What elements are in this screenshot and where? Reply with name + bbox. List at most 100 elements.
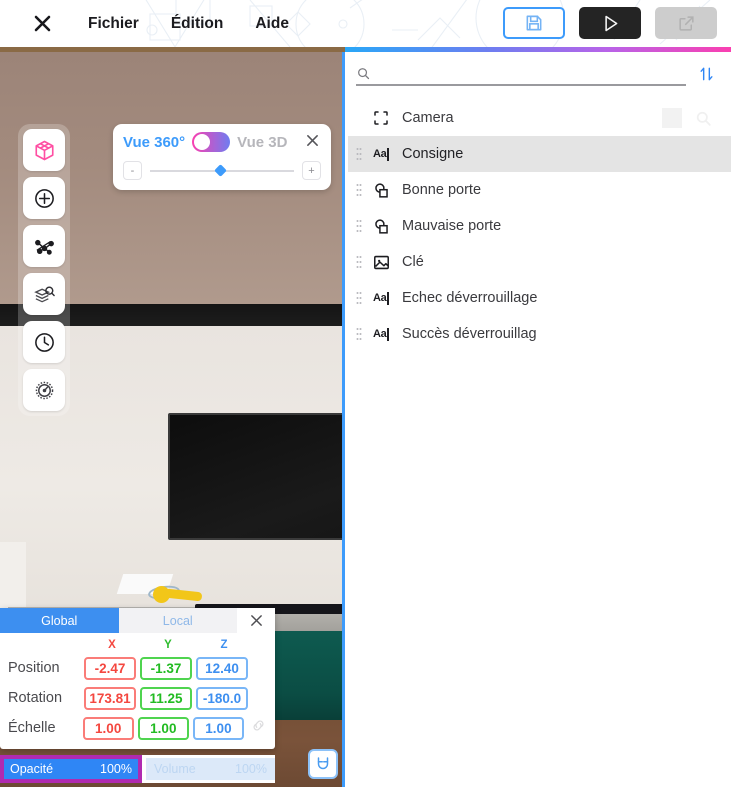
magnet-icon — [317, 757, 329, 770]
list-item-echec-deverrouillage[interactable]: Aa Echec déverrouillage — [348, 280, 731, 316]
drag-handle[interactable] — [352, 182, 366, 198]
opacity-label: Opacité — [10, 762, 54, 776]
text-aa-icon: Aa — [366, 327, 396, 341]
menu-item-edition[interactable]: Édition — [155, 11, 240, 37]
transform-tabs: Global Local — [0, 608, 275, 633]
sort-button[interactable] — [696, 63, 717, 90]
opacity-slider[interactable]: Opacité 100% — [4, 759, 138, 779]
list-item-bonne-porte[interactable]: Bonne porte — [348, 172, 731, 208]
list-item-label: Succès déverrouillag — [402, 326, 537, 342]
list-item-succes-deverrouillage[interactable]: Aa Succès déverrouillag — [348, 316, 731, 352]
text-aa-icon: Aa — [366, 147, 396, 161]
header-bar: Fichier Édition Aide — [0, 0, 731, 47]
drag-dots-icon — [356, 292, 362, 304]
scale-x-input[interactable]: 1.00 — [82, 716, 134, 740]
list-item-consigne[interactable]: Aa Consigne — [348, 136, 731, 172]
transform-row-position: Position -2.47 -1.37 12.40 — [8, 653, 267, 683]
row-label-scale: Échelle — [8, 720, 56, 736]
close-icon — [34, 15, 50, 32]
transform-panel-close-button[interactable] — [237, 608, 275, 633]
magnifier-icon[interactable] — [694, 109, 713, 128]
rotation-x-input[interactable]: 173.81 — [84, 686, 136, 710]
transform-row-scale: Échelle 1.00 1.00 1.00 — [8, 713, 267, 743]
viewport-selection-edge — [342, 52, 345, 787]
position-y-input[interactable]: -1.37 — [140, 656, 192, 680]
drag-handle[interactable] — [352, 290, 366, 306]
volume-value: 100% — [235, 762, 267, 776]
list-item-label: Clé — [402, 254, 424, 270]
media-slider-bar: Opacité 100% Volume 100% — [0, 755, 275, 783]
add-circle-icon — [34, 188, 54, 208]
clock-icon — [34, 332, 54, 352]
sort-arrows-icon — [700, 67, 713, 80]
rotation-z-input[interactable]: -180.0 — [196, 686, 248, 710]
opacity-value: 100% — [100, 762, 132, 776]
drag-dots-icon — [356, 328, 362, 340]
view-mode-card: Vue 360° Vue 3D - + — [113, 124, 331, 190]
drag-handle[interactable] — [352, 218, 366, 234]
drag-handle[interactable] — [352, 146, 366, 162]
magnet-snap-button[interactable] — [308, 749, 338, 779]
view-3d-label[interactable]: Vue 3D — [237, 134, 287, 151]
zoom-slider-row: - + — [123, 161, 321, 180]
transform-body: X Y Z Position -2.47 -1.37 12.40 Rotatio… — [0, 633, 275, 749]
tool-button-add[interactable] — [23, 177, 65, 219]
menu-item-aide[interactable]: Aide — [239, 11, 305, 37]
list-item-camera[interactable]: Camera — [348, 100, 731, 136]
search-input[interactable] — [377, 66, 686, 81]
menu-item-fichier[interactable]: Fichier — [72, 11, 155, 37]
volume-label: Volume — [154, 762, 196, 776]
node-graph-icon — [34, 239, 54, 255]
shapes-group-icon — [366, 217, 396, 236]
zoom-slider-handle[interactable] — [214, 163, 228, 177]
zoom-slider-track[interactable] — [150, 163, 294, 177]
list-item-label: Bonne porte — [402, 182, 482, 198]
view-card-close-button[interactable] — [304, 134, 321, 151]
drag-dots-icon — [356, 148, 362, 160]
external-link-icon — [678, 15, 694, 31]
axis-header-row: X Y Z — [8, 636, 267, 653]
list-item-cle[interactable]: Clé — [348, 244, 731, 280]
search-icon — [358, 68, 370, 80]
scale-z-input[interactable]: 1.00 — [192, 716, 244, 740]
play-triangle-icon — [604, 15, 617, 31]
save-button[interactable] — [503, 7, 565, 39]
scale-y-input[interactable]: 1.00 — [137, 716, 189, 740]
visibility-square-icon[interactable] — [662, 108, 682, 128]
tool-button-layers-search[interactable] — [23, 273, 65, 315]
export-button[interactable] — [655, 7, 717, 39]
drag-handle[interactable] — [352, 254, 366, 270]
rotation-y-input[interactable]: 11.25 — [140, 686, 192, 710]
list-item-mauvaise-porte[interactable]: Mauvaise porte — [348, 208, 731, 244]
volume-slider[interactable]: Volume 100% — [146, 758, 275, 780]
floppy-disk-icon — [526, 15, 542, 31]
drag-handle[interactable] — [352, 326, 366, 342]
tool-button-node-graph[interactable] — [23, 225, 65, 267]
tool-button-settings[interactable] — [23, 369, 65, 411]
header-action-buttons — [503, 7, 717, 39]
view-mode-toggle[interactable] — [192, 132, 231, 152]
list-item-label: Mauvaise porte — [402, 218, 502, 234]
tool-button-clock[interactable] — [23, 321, 65, 363]
scale-lock-link-button[interactable] — [250, 717, 267, 739]
close-window-button[interactable] — [30, 12, 54, 36]
zoom-out-button[interactable]: - — [123, 161, 142, 180]
viewport-3d-scene[interactable]: Vue 360° Vue 3D - + Global Local X Y Z P… — [0, 52, 345, 787]
list-item-label: Echec déverrouillage — [402, 290, 538, 306]
row-label-position: Position — [8, 660, 60, 676]
close-icon — [250, 615, 262, 626]
gear-settings-icon — [35, 381, 53, 399]
zoom-in-button[interactable]: + — [302, 161, 321, 180]
tab-local[interactable]: Local — [118, 608, 237, 633]
tool-button-cube-3d[interactable] — [23, 129, 65, 171]
viewport-tool-rail — [18, 124, 70, 416]
tab-global[interactable]: Global — [0, 608, 119, 633]
layers-search-icon — [33, 285, 55, 302]
shapes-group-icon — [366, 181, 396, 200]
play-button[interactable] — [579, 7, 641, 39]
position-z-input[interactable]: 12.40 — [196, 656, 248, 680]
view-360-label[interactable]: Vue 360° — [123, 134, 185, 151]
position-x-input[interactable]: -2.47 — [84, 656, 136, 680]
search-field[interactable] — [356, 66, 686, 86]
axis-label-x: X — [108, 638, 116, 651]
